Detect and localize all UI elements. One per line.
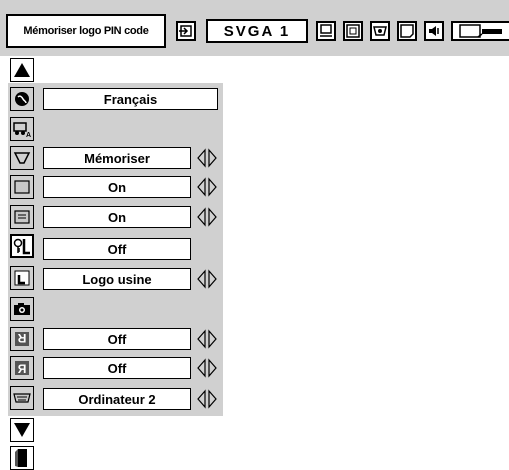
svg-text:R: R (17, 331, 26, 345)
left-right-arrow-icon[interactable] (195, 176, 219, 198)
language-globe-icon[interactable] (10, 87, 34, 111)
left-right-arrow-icon[interactable] (195, 147, 219, 169)
logo-pin-field[interactable]: Off (43, 238, 191, 260)
up-arrow-icon[interactable] (10, 58, 34, 82)
rear-field[interactable]: Off (43, 357, 191, 379)
blue-back-field[interactable]: On (43, 176, 191, 198)
ceiling-field[interactable]: Off (43, 328, 191, 350)
display-field[interactable]: On (43, 206, 191, 228)
language-field[interactable]: Français (43, 88, 218, 110)
auto-setup-icon[interactable]: A (10, 117, 34, 141)
source-indicator: SVGA 1 (206, 19, 308, 43)
left-right-arrow-icon[interactable] (195, 388, 219, 410)
terminal-icon[interactable] (10, 386, 34, 410)
screen-icon[interactable] (397, 21, 417, 41)
svg-text:A: A (26, 132, 31, 138)
svg-text:R: R (17, 362, 26, 376)
image-select-icon[interactable] (343, 21, 363, 41)
sound-icon[interactable] (424, 21, 444, 41)
pc-adjust-icon[interactable] (316, 21, 336, 41)
exit-door-icon[interactable] (10, 446, 34, 470)
input-icon[interactable] (176, 21, 196, 41)
blue-back-icon[interactable] (10, 175, 34, 199)
keystone-icon[interactable] (10, 146, 34, 170)
terminal-field[interactable]: Ordinateur 2 (43, 388, 191, 410)
rear-icon[interactable]: R (10, 356, 34, 380)
keystone-field[interactable]: Mémoriser (43, 147, 191, 169)
menu-title: Mémoriser logo PIN code (6, 14, 166, 48)
ceiling-icon[interactable]: R (10, 327, 34, 351)
setting-icon[interactable] (451, 21, 509, 41)
logo-pin-lock-icon[interactable] (10, 234, 34, 258)
left-right-arrow-icon[interactable] (195, 268, 219, 290)
logo-capture-icon[interactable] (10, 297, 34, 321)
left-right-arrow-icon[interactable] (195, 206, 219, 228)
down-arrow-icon[interactable] (10, 418, 34, 442)
logo-select-field[interactable]: Logo usine (43, 268, 191, 290)
left-right-arrow-icon[interactable] (195, 328, 219, 350)
display-icon[interactable] (10, 205, 34, 229)
image-adjust-icon[interactable] (370, 21, 390, 41)
logo-select-icon[interactable] (10, 266, 34, 290)
left-right-arrow-icon[interactable] (195, 357, 219, 379)
